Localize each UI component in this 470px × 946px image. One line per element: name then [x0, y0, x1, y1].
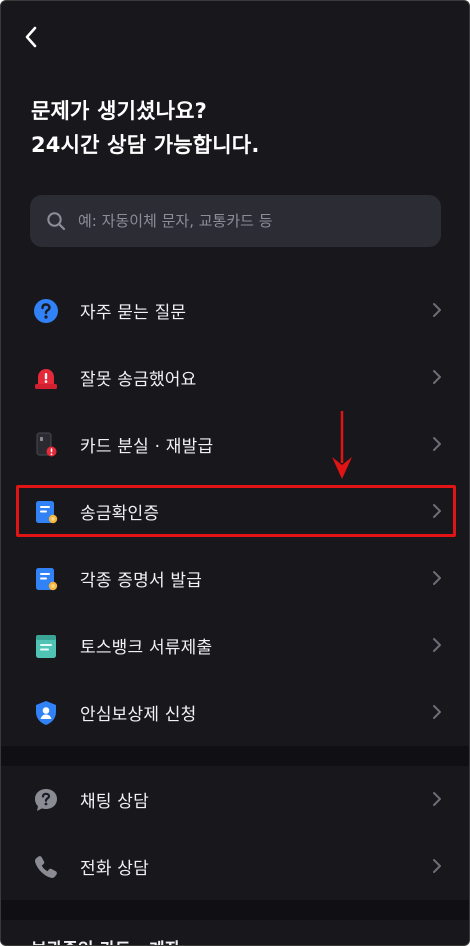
phone-icon: [32, 853, 60, 881]
menu-item-label: 각종 증명서 발급: [80, 571, 203, 591]
question-circle-icon: [32, 297, 60, 325]
chevron-right-icon: [433, 303, 441, 317]
search-bar[interactable]: [30, 195, 441, 247]
menu-item-document-submit[interactable]: 토스뱅크 서류제출: [1, 612, 469, 679]
page-title: 문제가 생기셨나요? 24시간 상담 가능합니다.: [31, 94, 260, 162]
menu-item-phone-support[interactable]: 전화 상담: [1, 833, 469, 900]
menu-item-label: 잘못 송금했어요: [80, 370, 197, 390]
chevron-right-icon: [433, 638, 441, 652]
menu-item-chat-support[interactable]: 채팅 상담: [1, 766, 469, 833]
back-button[interactable]: [13, 19, 49, 55]
title-line-1: 문제가 생기셨나요?: [31, 99, 208, 123]
menu-item-safe-compensation[interactable]: 안심보상제 신청: [1, 679, 469, 746]
chevron-right-icon: [433, 859, 441, 873]
menu-item-card-lost[interactable]: 카드 분실 · 재발급: [1, 411, 469, 478]
section-title-stored-cards: 보관중인 카드 ∙ 계좌: [31, 935, 180, 945]
menu-item-label: 채팅 상담: [80, 792, 149, 812]
menu-item-certificates[interactable]: 각종 증명서 발급: [1, 545, 469, 612]
search-input[interactable]: [78, 212, 418, 230]
chat-question-icon: [32, 786, 60, 814]
menu-item-label: 토스뱅크 서류제출: [80, 638, 213, 658]
search-icon: [47, 212, 66, 231]
shield-user-icon: [32, 699, 60, 727]
help-menu-list: 자주 묻는 질문 잘못 송금했어요 카드 분실 · 재발급 송금확인증 각종 증…: [1, 277, 469, 746]
chevron-left-icon: [25, 26, 37, 48]
menu-item-label: 전화 상담: [80, 859, 149, 879]
screen: 문제가 생기셨나요? 24시간 상담 가능합니다. 자주 묻는 질문: [0, 0, 470, 946]
section-divider: [1, 900, 469, 920]
menu-item-label: 자주 묻는 질문: [80, 303, 187, 323]
menu-item-wrong-transfer[interactable]: 잘못 송금했어요: [1, 344, 469, 411]
menu-item-label: 안심보상제 신청: [80, 705, 197, 725]
menu-item-faq[interactable]: 자주 묻는 질문: [1, 277, 469, 344]
certificate-icon: [32, 565, 60, 593]
menu-item-label: 송금확인증: [80, 504, 160, 524]
card-lost-icon: [32, 431, 60, 459]
alert-siren-icon: [32, 364, 60, 392]
section-divider: [1, 746, 469, 766]
chevron-right-icon: [433, 792, 441, 806]
contact-list: 채팅 상담 전화 상담: [1, 766, 469, 900]
chevron-right-icon: [433, 705, 441, 719]
menu-item-label: 카드 분실 · 재발급: [80, 437, 214, 457]
certificate-icon: [32, 498, 60, 526]
menu-item-transfer-certificate[interactable]: 송금확인증: [1, 478, 469, 545]
document-submit-icon: [32, 632, 60, 660]
chevron-right-icon: [433, 504, 441, 518]
title-line-2: 24시간 상담 가능합니다.: [31, 133, 260, 157]
chevron-right-icon: [433, 437, 441, 451]
chevron-right-icon: [433, 370, 441, 384]
chevron-right-icon: [433, 571, 441, 585]
